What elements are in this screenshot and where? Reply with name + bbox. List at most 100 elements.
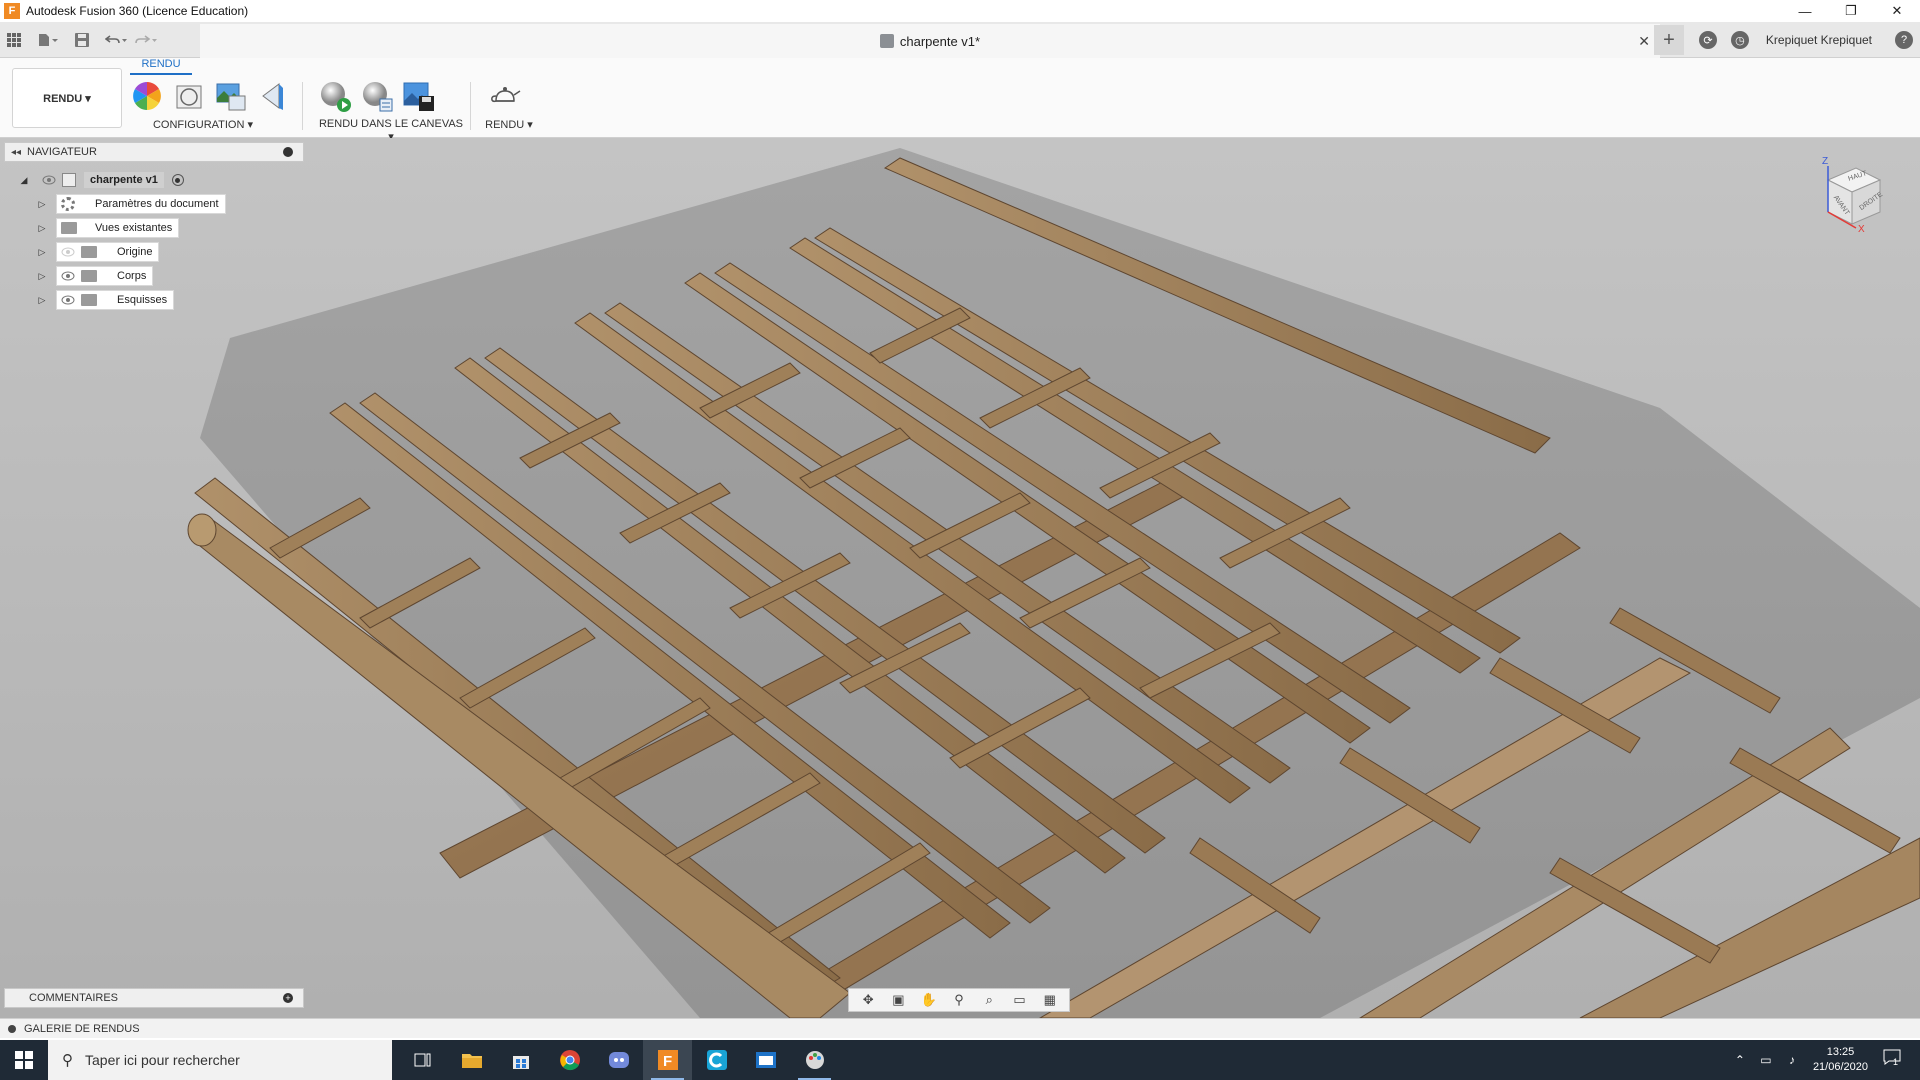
store-icon[interactable] xyxy=(496,1040,545,1080)
physical-material-icon[interactable] xyxy=(172,79,206,113)
configuration-group: CONFIGURATION ▾ xyxy=(130,78,290,134)
close-tab-button[interactable]: ✕ xyxy=(1638,33,1650,50)
redo-icon[interactable] xyxy=(132,26,160,54)
app-grid-icon[interactable] xyxy=(0,26,28,54)
hidden-eye-icon[interactable] xyxy=(61,247,75,257)
quick-access-right: + ⟳ ◷ Krepiquet Krepiquet ? xyxy=(1653,22,1920,58)
quick-access-bar: charpente v1* ✕ + ⟳ ◷ Krepiquet Krepique… xyxy=(0,22,1920,58)
scene-settings-icon[interactable] xyxy=(214,79,248,113)
expand-triangle-icon[interactable]: ▷ xyxy=(36,222,48,234)
expand-gallery-icon[interactable] xyxy=(8,1024,16,1033)
view-cube[interactable]: HAUT AVANT DROITE Z X xyxy=(1812,156,1892,236)
window-controls: — ❐ ✕ xyxy=(1782,0,1920,22)
activate-radio-icon[interactable] xyxy=(171,174,184,186)
search-placeholder: Taper ici pour rechercher xyxy=(85,1052,240,1068)
look-at-icon[interactable]: ▣ xyxy=(888,991,908,1009)
folder-icon xyxy=(61,222,77,234)
restore-button[interactable]: ❐ xyxy=(1828,0,1874,22)
user-name[interactable]: Krepiquet Krepiquet xyxy=(1766,33,1872,47)
new-tab-button[interactable]: + xyxy=(1653,25,1684,55)
appearance-icon[interactable] xyxy=(130,79,164,113)
network-icon[interactable]: ▭ xyxy=(1755,1053,1777,1067)
capture-image-icon[interactable] xyxy=(402,79,436,113)
display-settings-icon[interactable]: ▭ xyxy=(1010,991,1030,1009)
undo-icon[interactable] xyxy=(102,26,130,54)
tree-item-origin[interactable]: ▷ Origine xyxy=(36,242,160,262)
minimize-panel-icon[interactable] xyxy=(283,147,293,157)
navigation-bar: ✥ ▣ ✋ ⚲ ⌕ ▭ ▦ xyxy=(848,988,1070,1012)
volume-icon[interactable]: ♪ xyxy=(1781,1053,1803,1067)
title-bar: F Autodesk Fusion 360 (Licence Education… xyxy=(0,0,1920,22)
zoom-icon[interactable]: ⚲ xyxy=(949,991,969,1009)
in-canvas-render-settings-icon[interactable] xyxy=(360,79,394,113)
visibility-eye-icon[interactable] xyxy=(61,295,75,305)
job-status-icon[interactable]: ⟳ xyxy=(1698,31,1717,49)
expand-triangle-icon[interactable]: ▷ xyxy=(36,198,48,210)
save-icon[interactable] xyxy=(68,26,96,54)
canvas-render-group: RENDU DANS LE CANEVAS ▾ xyxy=(318,78,464,143)
clock-time: 13:25 xyxy=(1826,1046,1855,1058)
system-tray: ⌃ ▭ ♪ 13:25 21/06/2020 1 xyxy=(1727,1040,1920,1080)
navigator-title: NAVIGATEUR xyxy=(27,146,97,158)
help-icon[interactable]: ? xyxy=(1895,31,1913,49)
clock-history-icon[interactable]: ◷ xyxy=(1730,31,1749,49)
window-app-icon[interactable] xyxy=(741,1040,790,1080)
in-canvas-render-icon[interactable] xyxy=(318,79,352,113)
gallery-title: GALERIE DE RENDUS xyxy=(24,1022,140,1035)
fit-zoom-icon[interactable]: ⌕ xyxy=(979,991,999,1009)
ribbon-separator xyxy=(470,82,471,130)
file-explorer-icon[interactable] xyxy=(447,1040,496,1080)
fusion360-taskbar-icon[interactable]: F xyxy=(643,1040,692,1080)
timber-frame-render[interactable] xyxy=(0,138,1920,1018)
folder-icon xyxy=(81,270,97,282)
configuration-label[interactable]: CONFIGURATION ▾ xyxy=(116,118,290,131)
task-view-icon[interactable] xyxy=(398,1040,447,1080)
visibility-eye-icon[interactable] xyxy=(42,175,56,185)
collapse-triangle-icon[interactable]: ◢ xyxy=(18,174,30,186)
texture-map-icon[interactable] xyxy=(256,79,290,113)
close-window-button[interactable]: ✕ xyxy=(1874,0,1920,22)
tab-rendu[interactable]: RENDU xyxy=(130,58,192,75)
tree-item-sketches[interactable]: ▷ Esquisses xyxy=(36,290,175,310)
notification-icon[interactable]: 1 xyxy=(1882,1048,1910,1072)
collapse-panel-icon[interactable]: ◂◂ xyxy=(11,147,21,158)
minimize-button[interactable]: — xyxy=(1782,0,1828,22)
add-comment-icon[interactable]: + xyxy=(283,993,293,1003)
component-icon xyxy=(62,173,76,187)
discord-icon[interactable] xyxy=(594,1040,643,1080)
document-tab[interactable]: charpente v1* ✕ xyxy=(200,24,1660,58)
visibility-eye-icon[interactable] xyxy=(61,271,75,281)
tree-root[interactable]: ◢ charpente v1 xyxy=(18,170,184,190)
chrome-icon[interactable] xyxy=(545,1040,594,1080)
comments-title: COMMENTAIRES xyxy=(29,992,119,1004)
taskbar-clock[interactable]: 13:25 21/06/2020 xyxy=(1813,1045,1868,1075)
render-group: RENDU ▾ xyxy=(484,78,534,134)
show-hidden-icons-chevron-icon[interactable]: ⌃ xyxy=(1729,1053,1751,1067)
render-teapot-icon[interactable] xyxy=(488,79,522,113)
workspace-switcher[interactable]: RENDU ▾ xyxy=(12,68,122,128)
taskbar: ⚲ Taper ici pour rechercher F ⌃ ▭ ♪ 13:2… xyxy=(0,1040,1920,1080)
ribbon-toolbar: RENDU RENDU ▾ CONFIGURATION ▾ RENDU DANS… xyxy=(0,58,1920,143)
tree-item-document-settings[interactable]: ▷ Paramètres du document xyxy=(36,194,226,214)
render-gallery-bar[interactable]: GALERIE DE RENDUS xyxy=(0,1018,1920,1038)
pan-hand-icon[interactable]: ✋ xyxy=(919,991,939,1009)
expand-triangle-icon[interactable]: ▷ xyxy=(36,270,48,282)
axis-x-label: X xyxy=(1858,224,1865,235)
windows-start-icon[interactable] xyxy=(0,1040,48,1080)
folder-icon xyxy=(81,246,97,258)
paint-app-icon[interactable] xyxy=(790,1040,839,1080)
taskbar-search-input[interactable]: ⚲ Taper ici pour rechercher xyxy=(48,1040,392,1080)
root-component-label[interactable]: charpente v1 xyxy=(84,172,164,188)
expand-triangle-icon[interactable]: ▷ xyxy=(36,246,48,258)
grid-settings-icon[interactable]: ▦ xyxy=(1040,991,1060,1009)
expand-triangle-icon[interactable]: ▷ xyxy=(36,294,48,306)
ccleaner-icon[interactable] xyxy=(692,1040,741,1080)
comments-panel[interactable]: COMMENTAIRES + xyxy=(4,988,304,1008)
orbit-icon[interactable]: ✥ xyxy=(858,991,878,1009)
tree-item-named-views[interactable]: ▷ Vues existantes xyxy=(36,218,180,238)
render-label[interactable]: RENDU ▾ xyxy=(484,118,534,131)
file-menu-icon[interactable] xyxy=(34,26,62,54)
3d-viewport[interactable]: HAUT AVANT DROITE Z X xyxy=(0,138,1920,1018)
window-title: Autodesk Fusion 360 (Licence Education) xyxy=(26,4,249,18)
tree-item-bodies[interactable]: ▷ Corps xyxy=(36,266,154,286)
